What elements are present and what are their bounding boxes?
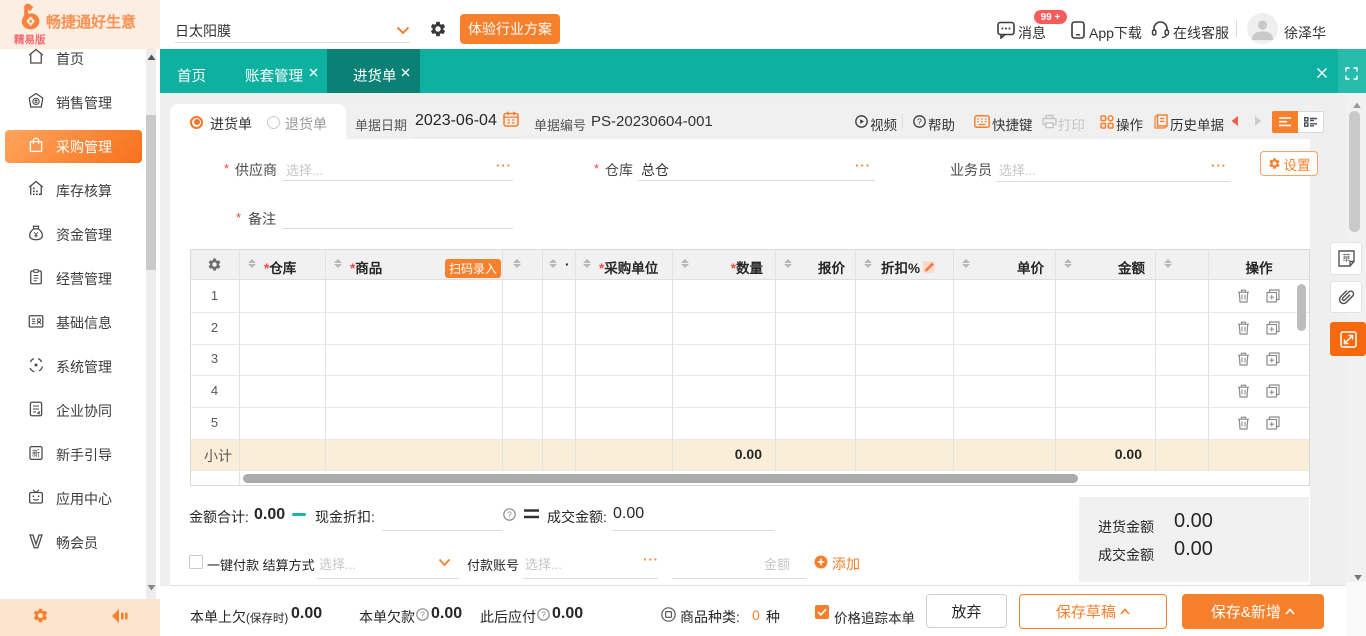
svg-text:?: ? — [420, 609, 425, 619]
svg-text:?: ? — [541, 609, 546, 619]
svg-text:?: ? — [917, 116, 922, 126]
svg-text:草: 草 — [1342, 253, 1351, 263]
svg-text:?: ? — [507, 509, 512, 519]
